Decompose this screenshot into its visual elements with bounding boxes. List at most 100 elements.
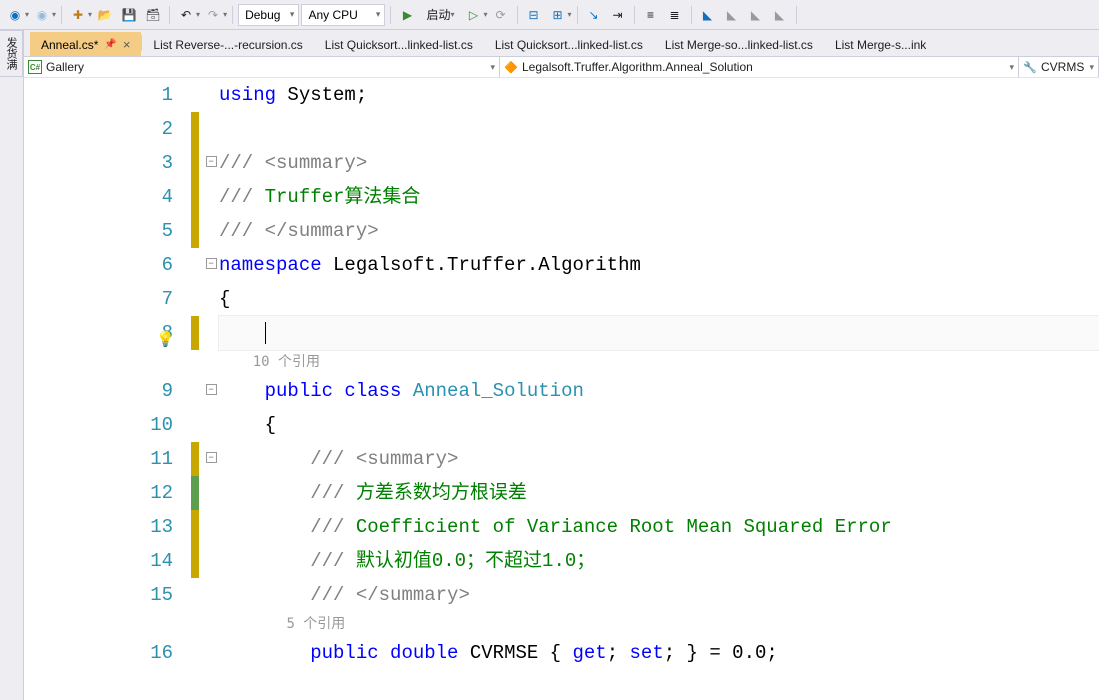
- wrench-icon: 🔧: [1023, 60, 1037, 74]
- start-button[interactable]: 启动▾: [420, 4, 460, 26]
- scope-combo[interactable]: C# Gallery: [24, 57, 500, 77]
- code-line[interactable]: namespace Legalsoft.Truffer.Algorithm: [219, 248, 1099, 282]
- tab-label: List Merge-s...ink: [835, 38, 926, 52]
- line-number: 4: [24, 180, 173, 214]
- separator: [796, 6, 797, 24]
- code-area[interactable]: using System; /// <summary> /// Truffer算…: [219, 78, 1099, 700]
- line-number: 10: [24, 408, 173, 442]
- tab-label: List Merge-so...linked-list.cs: [665, 38, 813, 52]
- redo-icon[interactable]: ↷: [202, 4, 224, 26]
- separator: [390, 6, 391, 24]
- codelens[interactable]: 10 个引用: [219, 350, 1099, 374]
- tool-icon[interactable]: ⟳: [490, 4, 512, 26]
- code-line[interactable]: /// </summary>: [219, 214, 1099, 248]
- save-all-icon[interactable]: 🗃: [142, 4, 164, 26]
- tab-label: List Reverse-...-recursion.cs: [153, 38, 302, 52]
- bookmark-icon[interactable]: ◣: [745, 4, 767, 26]
- code-line[interactable]: [219, 316, 1099, 350]
- tab-item[interactable]: List Reverse-...-recursion.cs: [142, 32, 313, 56]
- nav-fwd-icon[interactable]: ◉: [31, 4, 53, 26]
- tab-anneal[interactable]: Anneal.cs* 📌 ×: [30, 32, 141, 56]
- line-number: 7: [24, 282, 173, 316]
- play-icon[interactable]: ▶: [396, 4, 418, 26]
- tool-icon[interactable]: ⊞: [547, 4, 569, 26]
- new-item-icon[interactable]: ✚: [67, 4, 89, 26]
- line-number: 1: [24, 78, 173, 112]
- open-icon[interactable]: 📂: [94, 4, 116, 26]
- csharp-icon: C#: [28, 60, 42, 74]
- fold-icon[interactable]: −: [206, 258, 217, 269]
- tab-item[interactable]: List Quicksort...linked-list.cs: [484, 32, 654, 56]
- code-line[interactable]: /// 默认初值0.0；不超过1.0；: [219, 544, 1099, 578]
- member-combo[interactable]: 🔶 Legalsoft.Truffer.Algorithm.Anneal_Sol…: [500, 57, 1019, 77]
- separator: [517, 6, 518, 24]
- code-line[interactable]: {: [219, 408, 1099, 442]
- code-line[interactable]: /// Truffer算法集合: [219, 180, 1099, 214]
- line-number: 15: [24, 578, 173, 612]
- dropdown-icon[interactable]: ▾: [196, 10, 200, 19]
- close-icon[interactable]: ×: [123, 38, 131, 51]
- undo-icon[interactable]: ↶: [175, 4, 197, 26]
- tab-item[interactable]: List Quicksort...linked-list.cs: [314, 32, 484, 56]
- code-editor[interactable]: 1 2 3 4 5 6 7 8💡 9 10 11 12 13 14 15 16: [24, 78, 1099, 700]
- line-number: 6: [24, 248, 173, 282]
- play-outline-icon[interactable]: ▷: [462, 4, 484, 26]
- scope-label: Gallery: [46, 60, 84, 74]
- right-combo[interactable]: 🔧 CVRMS: [1019, 57, 1099, 77]
- codelens[interactable]: 5 个引用: [219, 612, 1099, 636]
- code-line[interactable]: public class Anneal_Solution: [219, 374, 1099, 408]
- separator: [691, 6, 692, 24]
- right-label: CVRMS: [1041, 60, 1084, 74]
- side-tab-well: 发货满: [0, 30, 24, 700]
- separator: [61, 6, 62, 24]
- nav-back-icon[interactable]: ◉: [4, 4, 26, 26]
- tab-item[interactable]: List Merge-s...ink: [824, 32, 937, 56]
- indent-icon[interactable]: ≣: [664, 4, 686, 26]
- line-number: 14: [24, 544, 173, 578]
- code-line[interactable]: /// <summary>: [219, 442, 1099, 476]
- fold-icon[interactable]: −: [206, 384, 217, 395]
- line-number: 9: [24, 374, 173, 408]
- line-number: 12: [24, 476, 173, 510]
- save-icon[interactable]: 💾: [118, 4, 140, 26]
- code-line[interactable]: /// Coefficient of Variance Root Mean Sq…: [219, 510, 1099, 544]
- step-icon[interactable]: ↘: [583, 4, 605, 26]
- code-line[interactable]: /// <summary>: [219, 146, 1099, 180]
- member-label: Legalsoft.Truffer.Algorithm.Anneal_Solut…: [522, 60, 753, 74]
- code-line[interactable]: using System;: [219, 78, 1099, 112]
- platform-combo[interactable]: Any CPU: [301, 4, 385, 26]
- step-icon[interactable]: ⇥: [607, 4, 629, 26]
- text-caret: [265, 322, 266, 344]
- dropdown-icon[interactable]: ▾: [483, 10, 487, 19]
- separator: [169, 6, 170, 24]
- bookmark-icon[interactable]: ◣: [721, 4, 743, 26]
- fold-icon[interactable]: −: [206, 452, 217, 463]
- separator: [634, 6, 635, 24]
- line-number: 5: [24, 214, 173, 248]
- change-marks: [189, 78, 203, 700]
- main-toolbar: ◉▾ ◉▾ ✚▾ 📂 💾 🗃 ↶▾ ↷▾ Debug Any CPU ▶ 启动▾…: [0, 0, 1099, 30]
- side-tab[interactable]: 发货满: [0, 30, 23, 77]
- code-line[interactable]: [219, 112, 1099, 146]
- indent-icon[interactable]: ≡: [640, 4, 662, 26]
- fold-icon[interactable]: −: [206, 156, 217, 167]
- line-number: 3: [24, 146, 173, 180]
- dropdown-icon[interactable]: ▾: [25, 10, 29, 19]
- bookmark-icon[interactable]: ◣: [697, 4, 719, 26]
- ref-spacer: [24, 350, 173, 374]
- bookmark-icon[interactable]: ◣: [769, 4, 791, 26]
- ref-spacer: [24, 612, 173, 636]
- dropdown-icon[interactable]: ▾: [88, 10, 92, 19]
- pin-icon[interactable]: 📌: [104, 39, 116, 50]
- tab-label: List Quicksort...linked-list.cs: [325, 38, 473, 52]
- config-combo[interactable]: Debug: [238, 4, 299, 26]
- class-icon: 🔶: [504, 60, 518, 74]
- code-line[interactable]: /// 方差系数均方根误差: [219, 476, 1099, 510]
- code-line[interactable]: /// </summary>: [219, 578, 1099, 612]
- code-line[interactable]: {: [219, 282, 1099, 316]
- tool-icon[interactable]: ⊟: [523, 4, 545, 26]
- code-line[interactable]: public double CVRMSE { get; set; } = 0.0…: [219, 636, 1099, 670]
- tab-item[interactable]: List Merge-so...linked-list.cs: [654, 32, 824, 56]
- line-number: 13: [24, 510, 173, 544]
- dropdown-icon[interactable]: ▾: [568, 10, 572, 19]
